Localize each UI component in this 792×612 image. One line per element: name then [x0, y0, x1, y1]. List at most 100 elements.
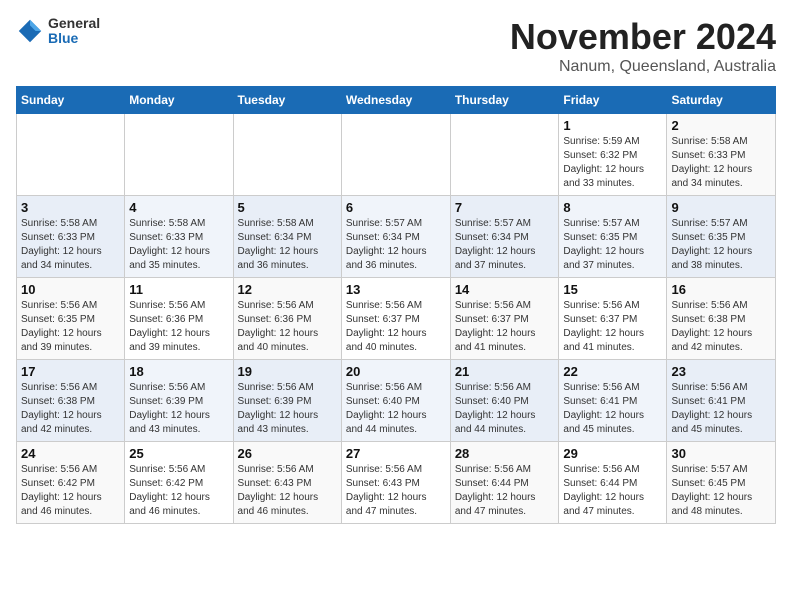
day-number: 8 — [563, 200, 662, 215]
day-info: Sunrise: 5:56 AM Sunset: 6:38 PM Dayligh… — [671, 299, 771, 355]
day-info: Sunrise: 5:56 AM Sunset: 6:37 PM Dayligh… — [563, 299, 662, 355]
header-day: Saturday — [667, 87, 776, 114]
day-info: Sunrise: 5:56 AM Sunset: 6:37 PM Dayligh… — [455, 299, 555, 355]
calendar-cell: 27Sunrise: 5:56 AM Sunset: 6:43 PM Dayli… — [341, 442, 450, 524]
calendar-cell: 5 Sunrise: 5:58 AM Sunset: 6:34 PM Daylig… — [233, 196, 341, 278]
calendar-cell: 25 Sunrise: 5:56 AM Sunset: 6:42 PM Dayli… — [125, 442, 233, 524]
calendar-cell: 30Sunrise: 5:57 AM Sunset: 6:45 PM Dayli… — [667, 442, 776, 524]
calendar-cell: 28 Sunrise: 5:56 AM Sunset: 6:44 PM Dayli… — [450, 442, 559, 524]
day-info: Sunrise: 5:57 AM Sunset: 6:34 PM Dayligh… — [346, 217, 446, 273]
day-info: Sunrise: 5:59 AM Sunset: 6:32 PM Dayligh… — [563, 135, 662, 191]
day-number: 17 — [21, 364, 120, 379]
calendar-cell: 2Sunrise: 5:58 AM Sunset: 6:33 PM Daylig… — [667, 114, 776, 196]
day-info: Sunrise: 5:56 AM Sunset: 6:43 PM Dayligh… — [238, 463, 337, 519]
day-number: 18 — [129, 364, 228, 379]
day-number: 15 — [563, 282, 662, 297]
title-area: November 2024 Nanum, Queensland, Austral… — [510, 16, 776, 76]
header-day: Friday — [559, 87, 667, 114]
day-number: 19 — [238, 364, 337, 379]
calendar-cell: 16Sunrise: 5:56 AM Sunset: 6:38 PM Dayli… — [667, 278, 776, 360]
calendar-cell — [125, 114, 233, 196]
day-info: Sunrise: 5:56 AM Sunset: 6:42 PM Dayligh… — [21, 463, 120, 519]
day-number: 7 — [455, 200, 555, 215]
location-title: Nanum, Queensland, Australia — [510, 58, 776, 76]
calendar-week-row: 3Sunrise: 5:58 AM Sunset: 6:33 PM Daylig… — [17, 196, 776, 278]
logo-blue: Blue — [48, 31, 100, 46]
day-number: 29 — [563, 446, 662, 461]
calendar-cell: 26 Sunrise: 5:56 AM Sunset: 6:43 PM Dayli… — [233, 442, 341, 524]
day-number: 21 — [455, 364, 555, 379]
day-info: Sunrise: 5:58 AM Sunset: 6:33 PM Dayligh… — [671, 135, 771, 191]
calendar-cell — [17, 114, 125, 196]
header-day: Thursday — [450, 87, 559, 114]
calendar-cell: 19 Sunrise: 5:56 AM Sunset: 6:39 PM Dayli… — [233, 360, 341, 442]
header-row: SundayMondayTuesdayWednesdayThursdayFrid… — [17, 87, 776, 114]
day-number: 3 — [21, 200, 120, 215]
calendar-body: 1Sunrise: 5:59 AM Sunset: 6:32 PM Daylig… — [17, 114, 776, 524]
day-number: 11 — [129, 282, 228, 297]
calendar-cell: 4Sunrise: 5:58 AM Sunset: 6:33 PM Daylig… — [125, 196, 233, 278]
day-number: 12 — [238, 282, 337, 297]
calendar-table: SundayMondayTuesdayWednesdayThursdayFrid… — [16, 86, 776, 524]
day-number: 24 — [21, 446, 120, 461]
day-info: Sunrise: 5:56 AM Sunset: 6:39 PM Dayligh… — [238, 381, 337, 437]
calendar-week-row: 1Sunrise: 5:59 AM Sunset: 6:32 PM Daylig… — [17, 114, 776, 196]
calendar-cell — [450, 114, 559, 196]
day-number: 10 — [21, 282, 120, 297]
header-day: Monday — [125, 87, 233, 114]
day-number: 13 — [346, 282, 446, 297]
day-info: Sunrise: 5:56 AM Sunset: 6:36 PM Dayligh… — [238, 299, 337, 355]
day-info: Sunrise: 5:58 AM Sunset: 6:34 PM Dayligh… — [238, 217, 337, 273]
calendar-week-row: 10 Sunrise: 5:56 AM Sunset: 6:35 PM Dayli… — [17, 278, 776, 360]
logo-icon — [16, 17, 44, 45]
calendar-cell — [341, 114, 450, 196]
day-info: Sunrise: 5:56 AM Sunset: 6:44 PM Dayligh… — [455, 463, 555, 519]
day-info: Sunrise: 5:56 AM Sunset: 6:35 PM Dayligh… — [21, 299, 120, 355]
day-number: 26 — [238, 446, 337, 461]
logo-text: General Blue — [48, 16, 100, 47]
calendar-cell: 21 Sunrise: 5:56 AM Sunset: 6:40 PM Dayli… — [450, 360, 559, 442]
day-info: Sunrise: 5:56 AM Sunset: 6:41 PM Dayligh… — [671, 381, 771, 437]
day-number: 5 — [238, 200, 337, 215]
calendar-cell: 3Sunrise: 5:58 AM Sunset: 6:33 PM Daylig… — [17, 196, 125, 278]
calendar-cell — [233, 114, 341, 196]
day-number: 14 — [455, 282, 555, 297]
day-info: Sunrise: 5:56 AM Sunset: 6:38 PM Dayligh… — [21, 381, 120, 437]
day-info: Sunrise: 5:56 AM Sunset: 6:42 PM Dayligh… — [129, 463, 228, 519]
calendar-cell: 22 Sunrise: 5:56 AM Sunset: 6:41 PM Dayli… — [559, 360, 667, 442]
day-number: 25 — [129, 446, 228, 461]
day-info: Sunrise: 5:56 AM Sunset: 6:40 PM Dayligh… — [455, 381, 555, 437]
day-info: Sunrise: 5:57 AM Sunset: 6:34 PM Dayligh… — [455, 217, 555, 273]
calendar-cell: 8Sunrise: 5:57 AM Sunset: 6:35 PM Daylig… — [559, 196, 667, 278]
calendar-cell: 17 Sunrise: 5:56 AM Sunset: 6:38 PM Dayli… — [17, 360, 125, 442]
calendar-cell: 11Sunrise: 5:56 AM Sunset: 6:36 PM Dayli… — [125, 278, 233, 360]
calendar-header: SundayMondayTuesdayWednesdayThursdayFrid… — [17, 87, 776, 114]
day-number: 28 — [455, 446, 555, 461]
calendar-cell: 24 Sunrise: 5:56 AM Sunset: 6:42 PM Dayli… — [17, 442, 125, 524]
calendar-cell: 14 Sunrise: 5:56 AM Sunset: 6:37 PM Dayli… — [450, 278, 559, 360]
day-info: Sunrise: 5:56 AM Sunset: 6:39 PM Dayligh… — [129, 381, 228, 437]
day-info: Sunrise: 5:56 AM Sunset: 6:41 PM Dayligh… — [563, 381, 662, 437]
day-info: Sunrise: 5:57 AM Sunset: 6:45 PM Dayligh… — [671, 463, 771, 519]
calendar-week-row: 24 Sunrise: 5:56 AM Sunset: 6:42 PM Dayli… — [17, 442, 776, 524]
day-info: Sunrise: 5:56 AM Sunset: 6:43 PM Dayligh… — [346, 463, 446, 519]
header: General Blue November 2024 Nanum, Queens… — [16, 16, 776, 76]
day-number: 4 — [129, 200, 228, 215]
header-day: Sunday — [17, 87, 125, 114]
day-number: 20 — [346, 364, 446, 379]
calendar-cell: 29Sunrise: 5:56 AM Sunset: 6:44 PM Dayli… — [559, 442, 667, 524]
day-number: 22 — [563, 364, 662, 379]
calendar-cell: 15 Sunrise: 5:56 AM Sunset: 6:37 PM Dayli… — [559, 278, 667, 360]
day-info: Sunrise: 5:57 AM Sunset: 6:35 PM Dayligh… — [671, 217, 771, 273]
day-info: Sunrise: 5:56 AM Sunset: 6:40 PM Dayligh… — [346, 381, 446, 437]
calendar-cell: 1Sunrise: 5:59 AM Sunset: 6:32 PM Daylig… — [559, 114, 667, 196]
calendar-cell: 6Sunrise: 5:57 AM Sunset: 6:34 PM Daylig… — [341, 196, 450, 278]
calendar-cell: 7 Sunrise: 5:57 AM Sunset: 6:34 PM Daylig… — [450, 196, 559, 278]
calendar-cell: 13Sunrise: 5:56 AM Sunset: 6:37 PM Dayli… — [341, 278, 450, 360]
calendar-cell: 12 Sunrise: 5:56 AM Sunset: 6:36 PM Dayli… — [233, 278, 341, 360]
calendar-cell: 10 Sunrise: 5:56 AM Sunset: 6:35 PM Dayli… — [17, 278, 125, 360]
logo-general: General — [48, 16, 100, 31]
header-day: Wednesday — [341, 87, 450, 114]
calendar-cell: 23 Sunrise: 5:56 AM Sunset: 6:41 PM Dayli… — [667, 360, 776, 442]
day-number: 23 — [671, 364, 771, 379]
